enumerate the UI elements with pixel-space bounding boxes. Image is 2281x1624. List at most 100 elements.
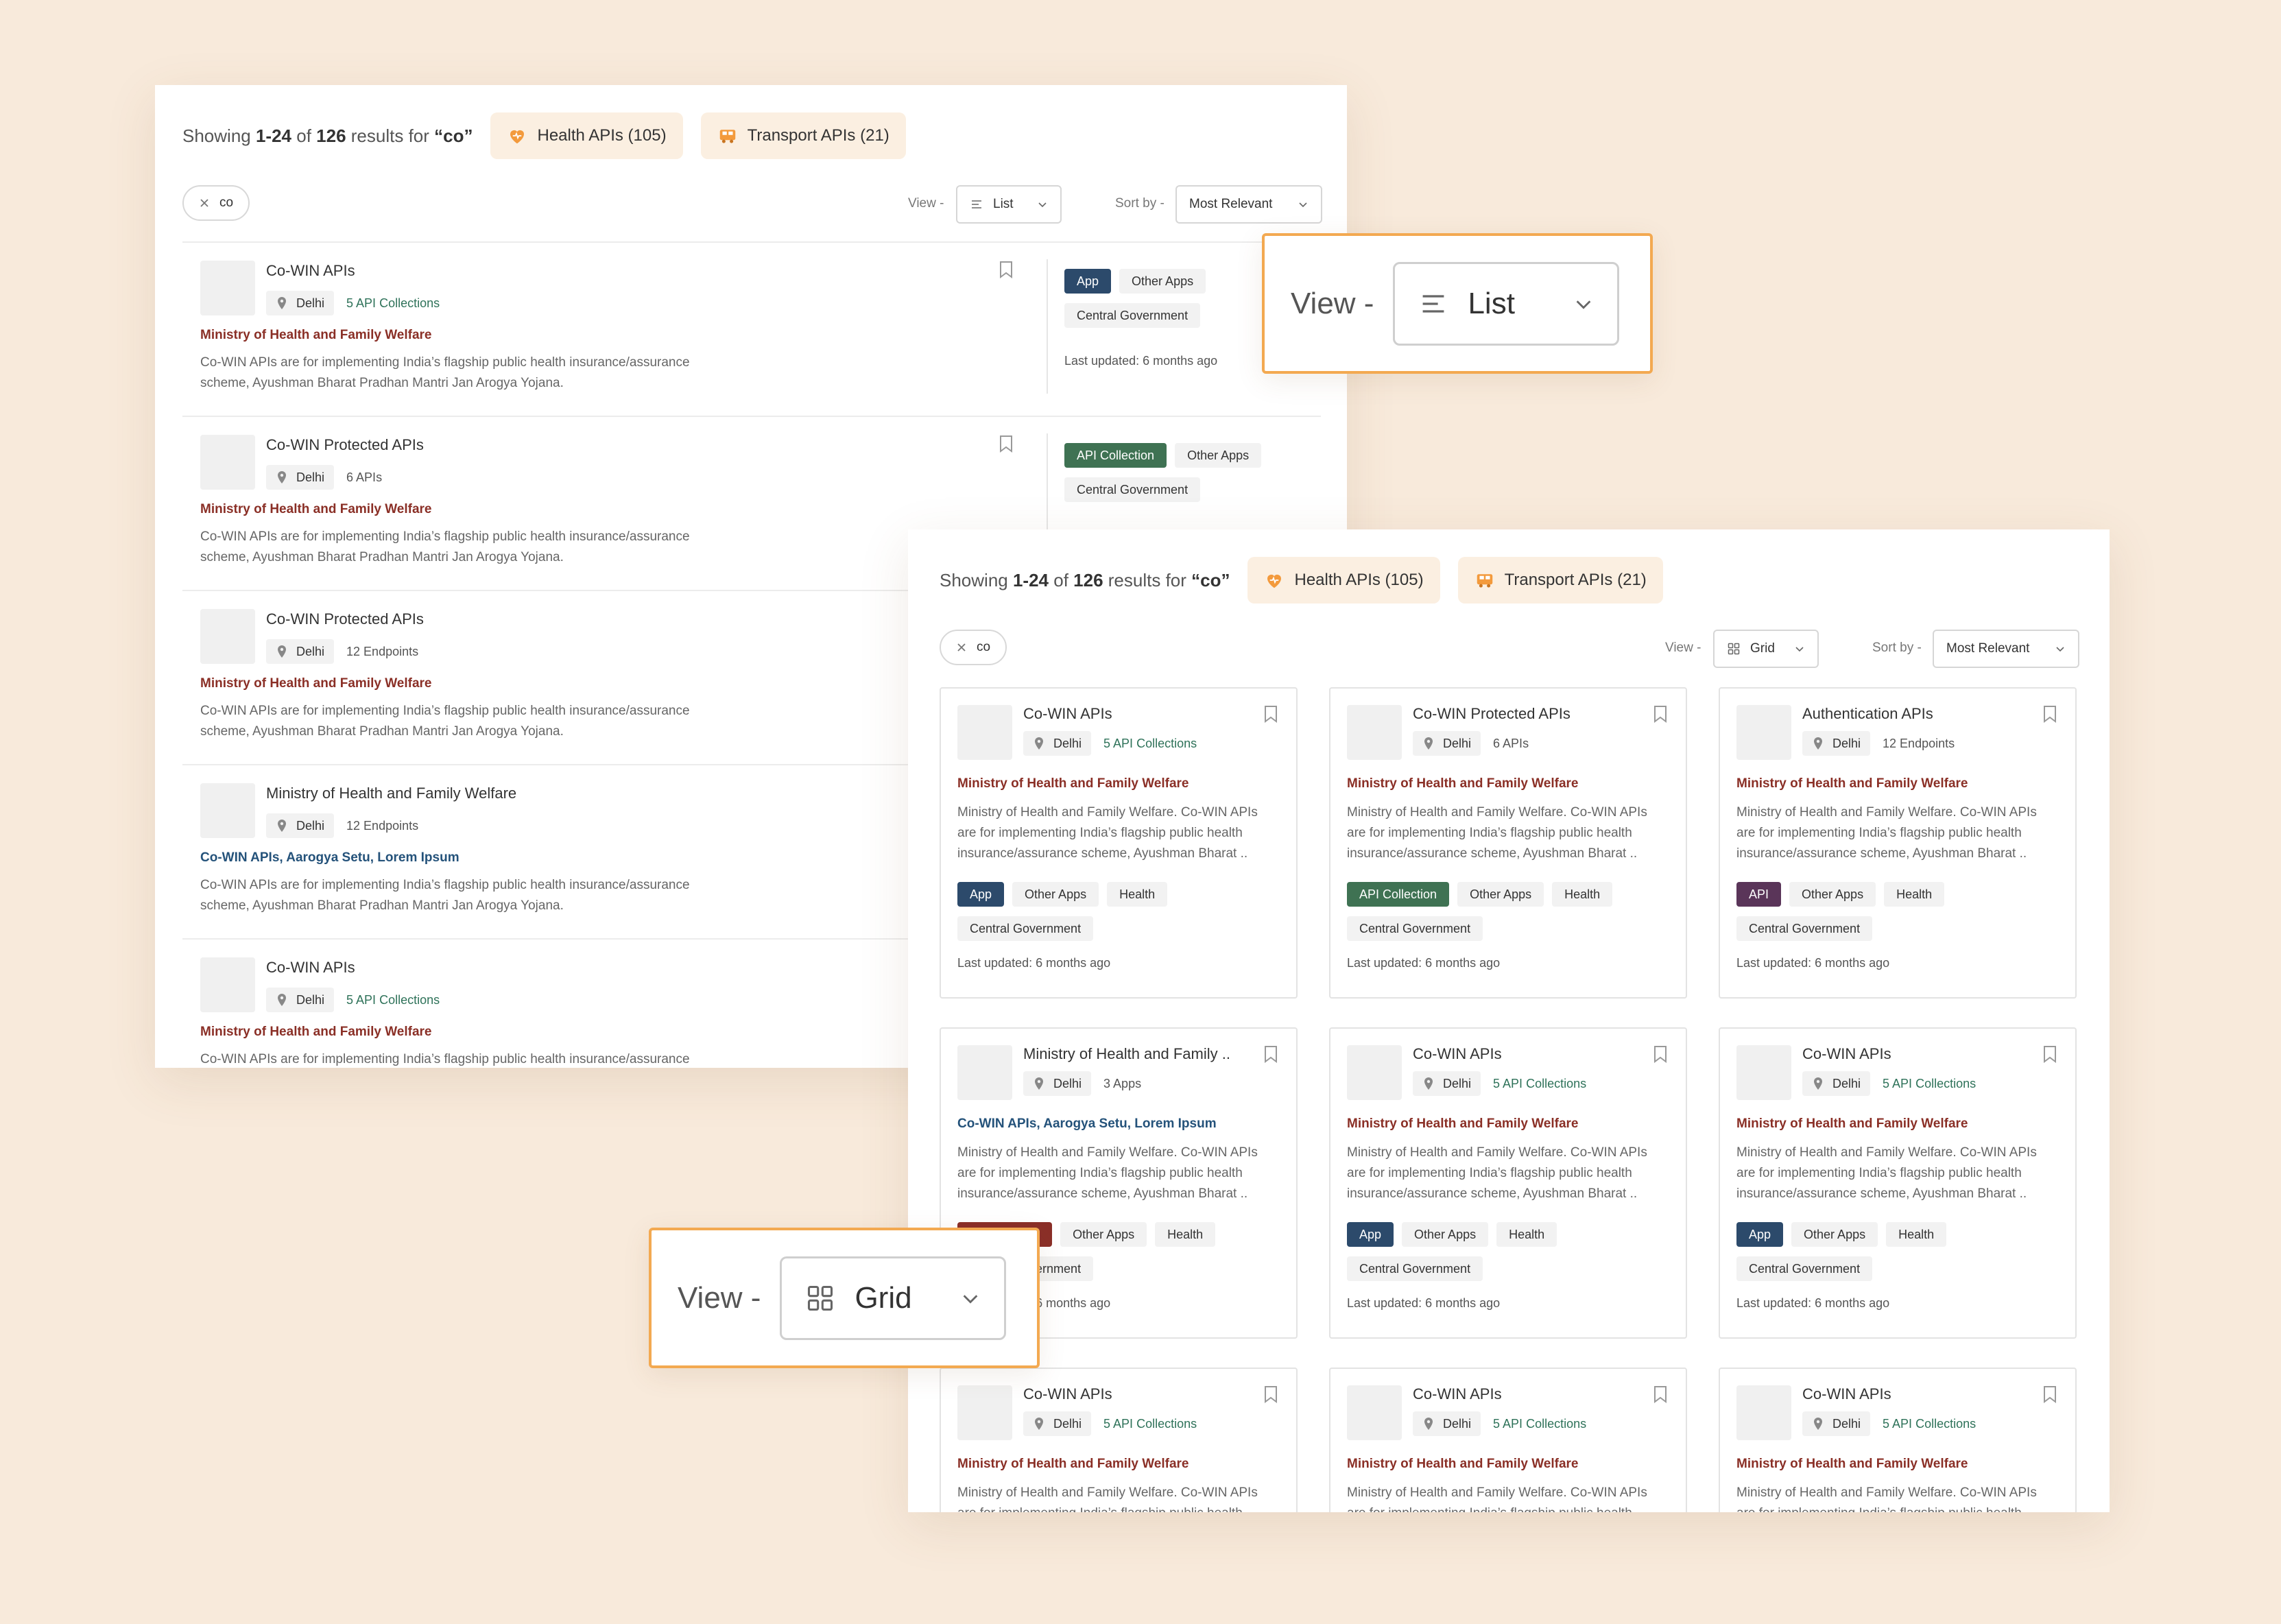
bookmark-icon[interactable] (1263, 1385, 1278, 1403)
item-title[interactable]: Co-WIN Protected APIs (266, 610, 424, 628)
category-tag[interactable]: Other Apps (1119, 269, 1206, 294)
filter-chip-health[interactable]: Health APIs (105) (490, 112, 683, 159)
category-tag[interactable]: Health (1552, 882, 1613, 907)
item-publisher[interactable]: Ministry of Health and Family Welfare (200, 1025, 432, 1040)
category-tag[interactable]: Health (1884, 882, 1945, 907)
item-title[interactable]: Co-WIN APIs (266, 959, 355, 977)
api-card[interactable]: Co-WIN APIs Delhi 5 API Collections Minis… (940, 687, 1298, 999)
item-publisher[interactable]: Ministry of Health and Family Welfare (200, 676, 432, 691)
api-card[interactable]: Co-WIN APIs Delhi 5 API Collections Minis… (1329, 1368, 1687, 1512)
search-query-chip[interactable]: co (182, 185, 250, 221)
category-tag[interactable]: Other Apps (1402, 1222, 1489, 1247)
bookmark-icon[interactable] (2042, 1385, 2057, 1403)
bookmark-icon[interactable] (2042, 1045, 2057, 1063)
item-count[interactable]: 12 Endpoints (346, 819, 418, 833)
category-tag[interactable]: Health (1496, 1222, 1557, 1247)
category-tag[interactable]: Other Apps (1457, 882, 1544, 907)
bookmark-icon[interactable] (999, 261, 1014, 278)
category-tag[interactable]: Central Government (1736, 1256, 1873, 1281)
close-icon[interactable] (956, 642, 967, 653)
card-count[interactable]: 5 API Collections (1103, 737, 1197, 751)
category-tag[interactable]: Health (1886, 1222, 1947, 1247)
category-tag[interactable]: Central Government (1347, 916, 1483, 941)
card-count[interactable]: 12 Endpoints (1883, 737, 1955, 751)
type-tag[interactable]: API (1736, 882, 1782, 907)
api-card[interactable]: Co-WIN APIs Delhi 5 API Collections Minis… (1719, 1368, 2077, 1512)
type-tag[interactable]: App (1736, 1222, 1784, 1247)
card-publisher[interactable]: Ministry of Health and Family Welfare (1736, 1457, 1968, 1472)
sort-select[interactable]: Most Relevant (1933, 630, 2079, 668)
api-card[interactable]: Authentication APIs Delhi 12 Endpoints Mi… (1719, 687, 2077, 999)
search-query-chip[interactable]: co (940, 630, 1007, 665)
card-count[interactable]: 3 Apps (1103, 1077, 1141, 1091)
card-title[interactable]: Co-WIN APIs (1023, 1385, 1112, 1403)
card-title[interactable]: Ministry of Health and Family .. (1023, 1045, 1230, 1063)
card-title[interactable]: Co-WIN Protected APIs (1413, 705, 1571, 723)
api-card[interactable]: Co-WIN APIs Delhi 5 API Collections Minis… (1719, 1027, 2077, 1339)
card-publisher[interactable]: Ministry of Health and Family Welfare (957, 776, 1189, 791)
card-publisher[interactable]: Ministry of Health and Family Welfare (1347, 1116, 1579, 1132)
item-count[interactable]: 5 API Collections (346, 993, 440, 1007)
view-select-zoomed[interactable]: Grid (780, 1256, 1007, 1340)
category-tag[interactable]: Central Government (1347, 1256, 1483, 1281)
api-card[interactable]: Co-WIN Protected APIs Delhi 6 APIs Minist… (1329, 687, 1687, 999)
category-tag[interactable]: Other Apps (1791, 1222, 1878, 1247)
close-icon[interactable] (199, 198, 210, 208)
type-tag[interactable]: App (957, 882, 1005, 907)
card-publisher[interactable]: Ministry of Health and Family Welfare (1347, 1457, 1579, 1472)
api-card[interactable]: Co-WIN APIs Delhi 5 API Collections Minis… (1329, 1027, 1687, 1339)
list-item[interactable]: Co-WIN APIs Delhi 5 API Collections Mini… (182, 241, 1321, 417)
filter-chip-transport[interactable]: Transport APIs (21) (1457, 557, 1663, 604)
item-publisher[interactable]: Co-WIN APIs, Aarogya Setu, Lorem Ipsum (200, 850, 459, 865)
item-publisher[interactable]: Ministry of Health and Family Welfare (200, 328, 432, 343)
bookmark-icon[interactable] (2042, 705, 2057, 723)
bookmark-icon[interactable] (1653, 705, 1668, 723)
filter-chip-health[interactable]: Health APIs (105) (1247, 557, 1440, 604)
card-count[interactable]: 6 APIs (1493, 737, 1529, 751)
category-tag[interactable]: Central Government (957, 916, 1094, 941)
item-count[interactable]: 6 APIs (346, 470, 382, 485)
item-title[interactable]: Co-WIN APIs (266, 262, 355, 280)
card-count[interactable]: 5 API Collections (1883, 1077, 1976, 1091)
filter-chip-transport[interactable]: Transport APIs (21) (700, 112, 906, 159)
card-count[interactable]: 5 API Collections (1493, 1077, 1586, 1091)
category-tag[interactable]: Other Apps (1789, 882, 1876, 907)
bookmark-icon[interactable] (999, 435, 1014, 453)
view-select-zoomed[interactable]: List (1393, 261, 1620, 346)
type-tag[interactable]: API Collection (1347, 882, 1450, 907)
card-title[interactable]: Co-WIN APIs (1023, 705, 1112, 723)
card-publisher[interactable]: Ministry of Health and Family Welfare (1347, 776, 1579, 791)
bookmark-icon[interactable] (1653, 1385, 1668, 1403)
item-count[interactable]: 12 Endpoints (346, 645, 418, 659)
type-tag[interactable]: App (1347, 1222, 1394, 1247)
type-tag[interactable]: API Collection (1064, 443, 1167, 468)
type-tag[interactable]: App (1064, 269, 1112, 294)
card-publisher[interactable]: Ministry of Health and Family Welfare (1736, 776, 1968, 791)
category-tag[interactable]: Other Apps (1060, 1222, 1147, 1247)
view-select[interactable]: Grid (1713, 630, 1819, 668)
card-publisher[interactable]: Ministry of Health and Family Welfare (1736, 1116, 1968, 1132)
card-publisher[interactable]: Ministry of Health and Family Welfare (957, 1457, 1189, 1472)
item-publisher[interactable]: Ministry of Health and Family Welfare (200, 502, 432, 517)
card-count[interactable]: 5 API Collections (1103, 1417, 1197, 1431)
category-tag[interactable]: Other Apps (1012, 882, 1099, 907)
view-select[interactable]: List (956, 185, 1062, 224)
category-tag[interactable]: Health (1155, 1222, 1216, 1247)
item-count[interactable]: 5 API Collections (346, 296, 440, 311)
category-tag[interactable]: Central Government (1736, 916, 1873, 941)
card-title[interactable]: Authentication APIs (1802, 705, 1933, 723)
api-card[interactable]: Co-WIN APIs Delhi 5 API Collections Minis… (940, 1368, 1298, 1512)
card-title[interactable]: Co-WIN APIs (1413, 1385, 1502, 1403)
category-tag[interactable]: Central Government (1064, 303, 1201, 328)
card-count[interactable]: 5 API Collections (1883, 1417, 1976, 1431)
card-publisher[interactable]: Co-WIN APIs, Aarogya Setu, Lorem Ipsum (957, 1116, 1217, 1132)
item-title[interactable]: Ministry of Health and Family Welfare (266, 785, 516, 802)
bookmark-icon[interactable] (1263, 1045, 1278, 1063)
card-title[interactable]: Co-WIN APIs (1802, 1385, 1891, 1403)
bookmark-icon[interactable] (1653, 1045, 1668, 1063)
category-tag[interactable]: Central Government (1064, 477, 1201, 502)
bookmark-icon[interactable] (1263, 705, 1278, 723)
item-title[interactable]: Co-WIN Protected APIs (266, 436, 424, 454)
category-tag[interactable]: Health (1107, 882, 1168, 907)
category-tag[interactable]: Other Apps (1175, 443, 1262, 468)
